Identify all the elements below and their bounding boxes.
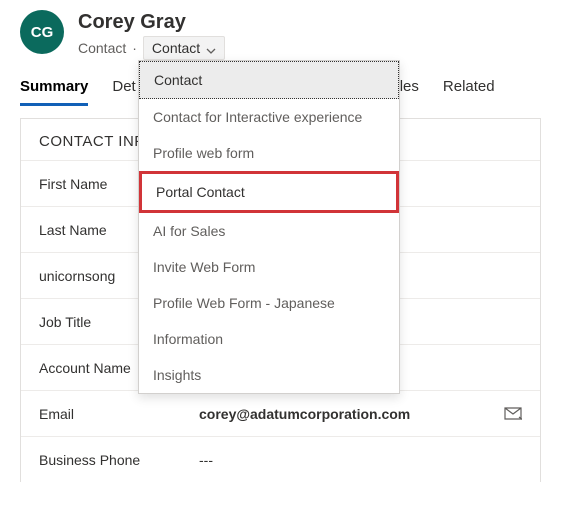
email-text: corey@adatumcorporation.com	[199, 406, 410, 422]
tab-files[interactable]: les	[400, 78, 419, 106]
avatar: CG	[20, 10, 64, 54]
dropdown-item-contact-interactive[interactable]: Contact for Interactive experience	[139, 99, 399, 135]
page-title: Corey Gray	[78, 10, 541, 34]
chevron-down-icon	[206, 43, 216, 53]
field-value: ---	[199, 452, 522, 468]
dropdown-item-ai-for-sales[interactable]: AI for Sales	[139, 213, 399, 249]
field-email[interactable]: Email corey@adatumcorporation.com	[21, 390, 540, 436]
field-business-phone[interactable]: Business Phone ---	[21, 436, 540, 482]
form-selector-dropdown: Contact Contact for Interactive experien…	[138, 60, 400, 394]
dropdown-item-insights[interactable]: Insights	[139, 357, 399, 393]
dropdown-item-profile-web-form[interactable]: Profile web form	[139, 135, 399, 171]
dropdown-item-information[interactable]: Information	[139, 321, 399, 357]
form-selector-label: Contact	[152, 40, 200, 56]
entity-label: Contact	[78, 40, 126, 56]
subtitle-row: Contact Contact	[78, 36, 541, 60]
dropdown-item-invite-web-form[interactable]: Invite Web Form	[139, 249, 399, 285]
tab-summary[interactable]: Summary	[20, 78, 88, 106]
field-label: Business Phone	[39, 452, 199, 468]
tab-details[interactable]: Det	[112, 78, 135, 106]
dropdown-item-portal-contact[interactable]: Portal Contact	[139, 171, 399, 213]
separator-dot	[132, 40, 137, 56]
mail-icon[interactable]	[504, 407, 522, 421]
field-value: corey@adatumcorporation.com	[199, 406, 522, 422]
dropdown-item-profile-japanese[interactable]: Profile Web Form - Japanese	[139, 285, 399, 321]
dropdown-item-contact[interactable]: Contact	[139, 61, 399, 99]
form-selector-button[interactable]: Contact	[143, 36, 225, 60]
field-label: Email	[39, 406, 199, 422]
tab-related[interactable]: Related	[443, 78, 495, 106]
title-block: Corey Gray Contact Contact	[78, 10, 541, 60]
record-header: CG Corey Gray Contact Contact	[0, 0, 561, 60]
